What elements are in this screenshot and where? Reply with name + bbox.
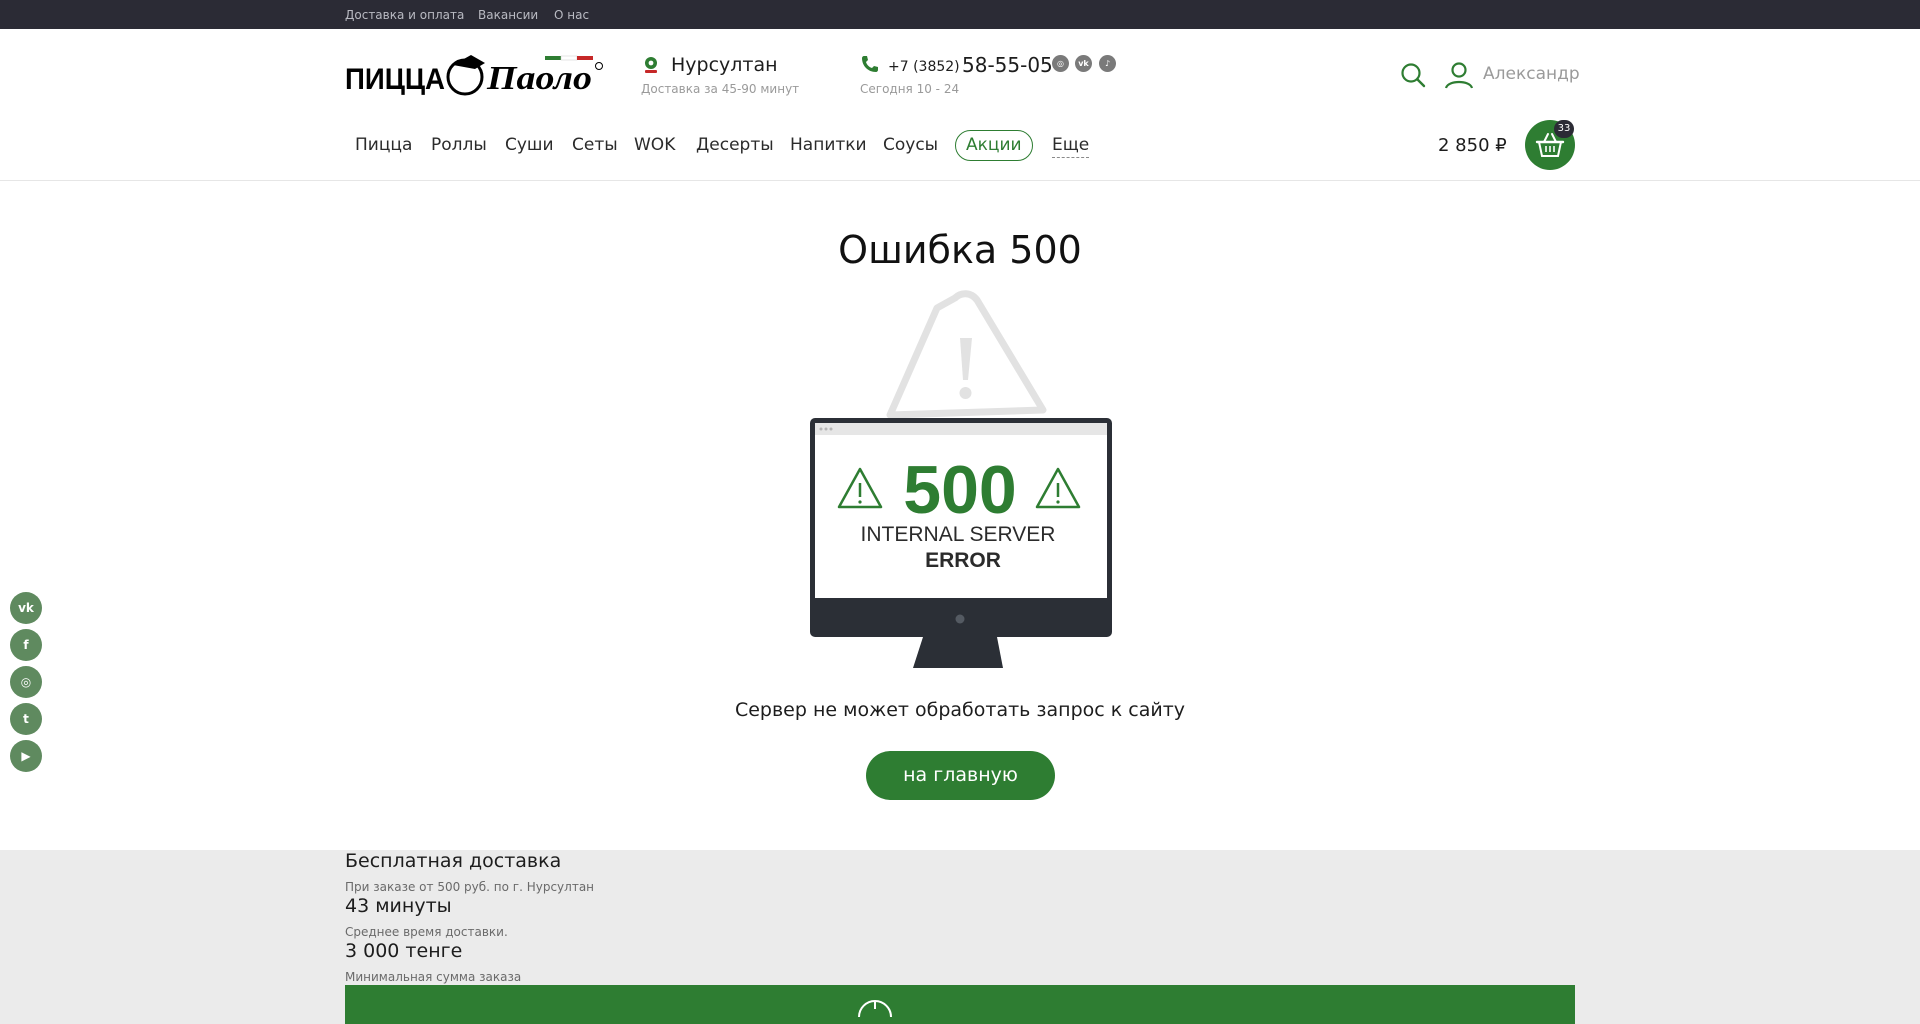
cart-total[interactable]: 2 850 ₽ — [1438, 135, 1507, 156]
nav-item-sushi[interactable]: Суши — [505, 135, 554, 155]
user-icon[interactable] — [1444, 61, 1474, 89]
error-code: 500 — [903, 452, 1016, 528]
phone-icon — [862, 56, 878, 72]
city-selector[interactable]: Нурсултан — [671, 54, 778, 76]
svg-text:Паоло: Паоло — [486, 60, 592, 97]
topbar-link-about[interactable]: О нас — [554, 8, 589, 22]
avg-time-title: 43 минуты — [345, 895, 452, 917]
topbar: Доставка и оплата Вакансии О нас — [0, 0, 1920, 29]
nav-item-sauces[interactable]: Соусы — [883, 135, 938, 155]
free-delivery-subtitle: При заказе от 500 руб. по г. Нурсултан — [345, 880, 595, 894]
location-pin-icon — [645, 57, 657, 73]
working-hours: Сегодня 10 - 24 — [860, 82, 960, 96]
instagram-icon[interactable]: ◎ — [1052, 55, 1069, 72]
page-title: Ошибка 500 — [838, 228, 1082, 272]
error-message: Сервер не может обработать запрос к сайт… — [734, 699, 1186, 721]
nav-item-sets[interactable]: Сеты — [572, 135, 618, 155]
vk-icon[interactable]: vk — [1075, 55, 1092, 72]
header: ПИЦЦА Паоло Нурсултан Доставка за 45-90 … — [0, 29, 1920, 181]
phone-prefix[interactable]: +7 (3852) — [888, 59, 960, 75]
cart-count-badge: 33 — [1554, 120, 1574, 138]
min-order-subtitle: Минимальная сумма заказа — [345, 970, 522, 984]
svg-text:ПИЦЦА: ПИЦЦА — [345, 63, 445, 96]
facebook-icon[interactable]: f — [10, 629, 42, 661]
nav-item-rolls[interactable]: Роллы — [431, 135, 487, 155]
home-button[interactable]: на главную — [866, 751, 1055, 800]
nav-item-desserts[interactable]: Десерты — [696, 135, 774, 155]
nav-item-drinks[interactable]: Напитки — [790, 135, 867, 155]
delivery-time: Доставка за 45-90 минут — [641, 82, 800, 96]
banner-icon — [858, 1000, 892, 1017]
avg-time-subtitle: Среднее время доставки. — [345, 925, 508, 939]
user-name[interactable]: Александр — [1483, 64, 1580, 84]
search-icon[interactable] — [1400, 62, 1426, 88]
twitter-icon[interactable]: t — [10, 703, 42, 735]
logo[interactable]: ПИЦЦА Паоло — [345, 47, 605, 103]
youtube-icon[interactable]: ▶ — [10, 740, 42, 772]
nav-item-wok[interactable]: WOK — [634, 135, 675, 155]
min-order-title: 3 000 тенге — [345, 940, 463, 962]
topbar-link-vacancies[interactable]: Вакансии — [478, 8, 538, 22]
nav-item-promo[interactable]: Акции — [955, 130, 1033, 161]
free-delivery-title: Бесплатная доставка — [345, 850, 562, 872]
promo-banner — [345, 985, 1575, 1024]
instagram-icon[interactable]: ◎ — [10, 666, 42, 698]
error-line-2: ERROR — [925, 549, 1001, 572]
nav-item-more[interactable]: Еще — [1052, 135, 1090, 158]
phone-number[interactable]: 58-55-05 — [962, 53, 1053, 77]
nav-item-pizza[interactable]: Пицца — [355, 135, 412, 155]
error-illustration: 500 INTERNAL SERVER ERROR — [810, 290, 1112, 668]
tiktok-icon[interactable]: ♪ — [1099, 55, 1116, 72]
error-line-1: INTERNAL SERVER — [861, 523, 1056, 546]
topbar-link-delivery[interactable]: Доставка и оплата — [345, 8, 464, 22]
vk-icon[interactable]: vk — [10, 592, 42, 624]
